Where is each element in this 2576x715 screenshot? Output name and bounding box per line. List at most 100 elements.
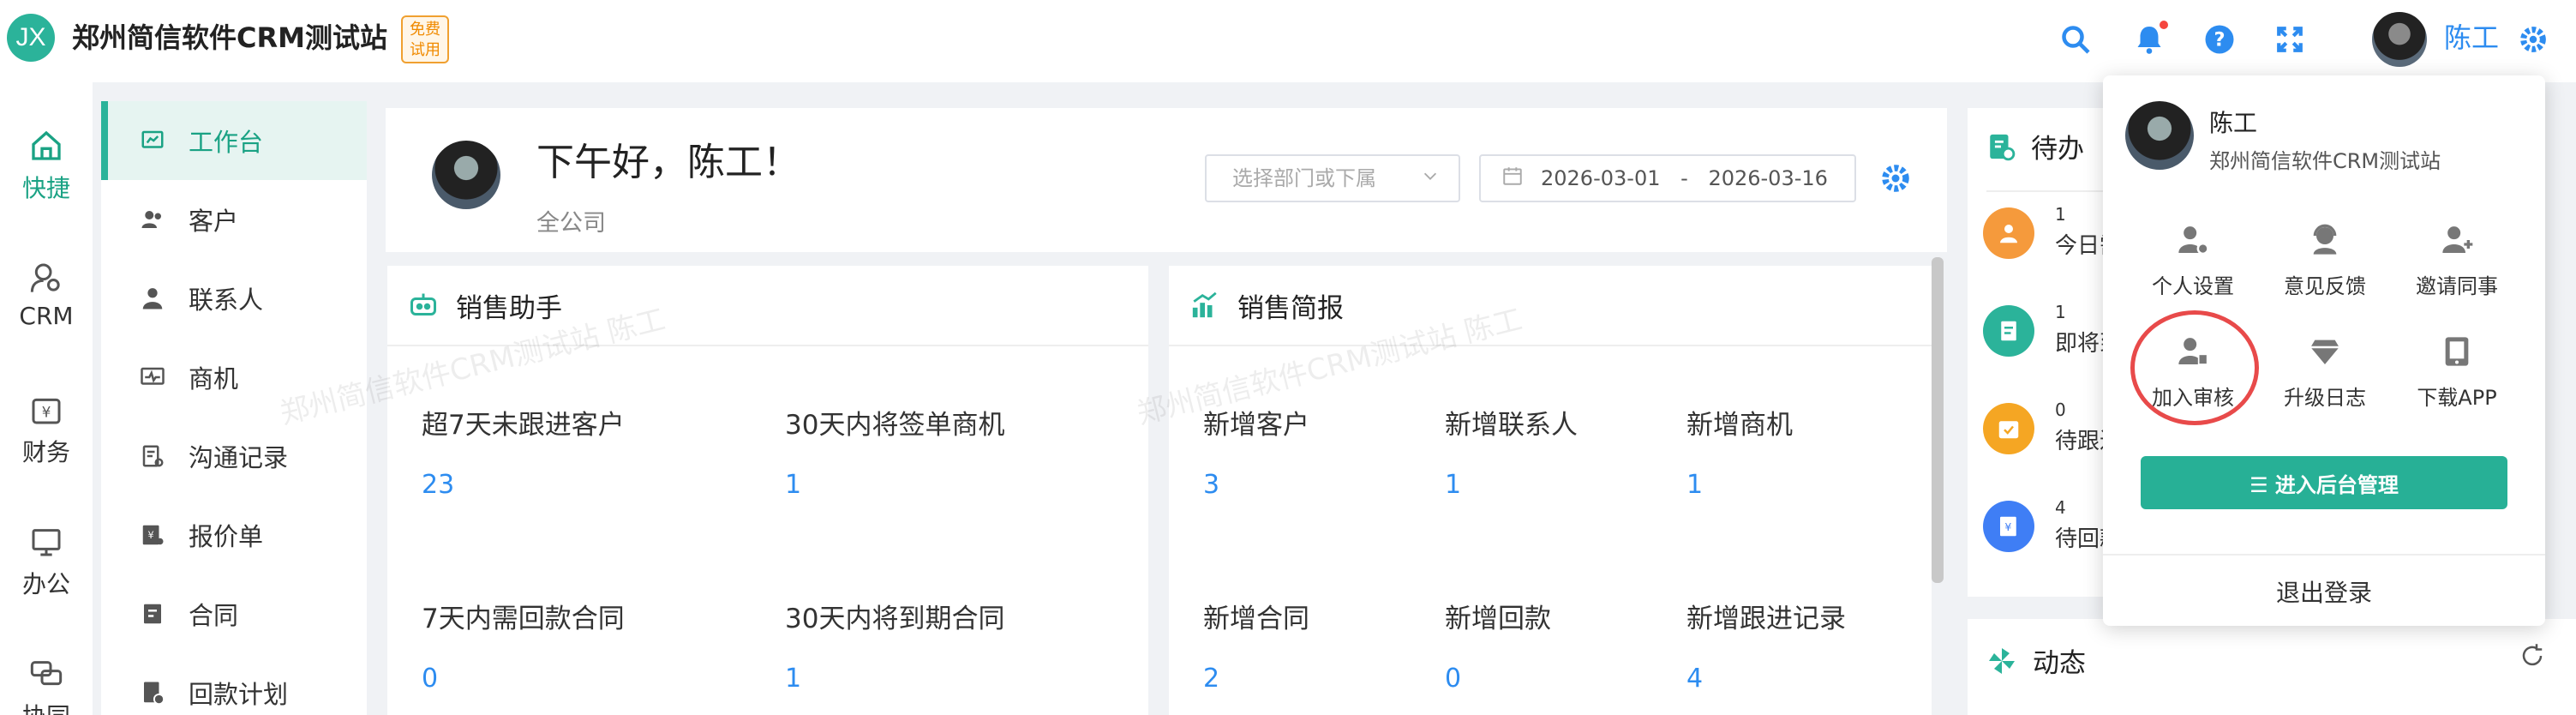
settings-gear-icon[interactable] bbox=[1877, 159, 1914, 197]
greeting-title: 下午好，陈工！ bbox=[536, 141, 800, 184]
calendar-icon bbox=[1501, 158, 1524, 202]
subnav-item-communication[interactable]: 沟通记录 bbox=[101, 417, 367, 496]
notification-dot bbox=[2160, 21, 2168, 29]
stat-value[interactable]: 1 bbox=[1445, 470, 1461, 500]
subnav-label: 商机 bbox=[189, 364, 239, 394]
stat-value[interactable]: 0 bbox=[422, 664, 438, 694]
contact-icon bbox=[137, 283, 168, 314]
department-select-placeholder: 选择部门或下属 bbox=[1232, 166, 1376, 190]
refresh-icon[interactable] bbox=[2519, 643, 2545, 672]
subnav-item-contracts[interactable]: 合同 bbox=[101, 574, 367, 653]
menu-item-label: 意见反馈 bbox=[2284, 274, 2366, 298]
rail-item-collab[interactable]: 协同 bbox=[0, 655, 93, 715]
logout-button[interactable]: 退出登录 bbox=[2103, 574, 2545, 609]
menu-item-download-app[interactable]: 下载APP bbox=[2393, 333, 2521, 411]
date-start[interactable]: 2026-03-01 bbox=[1541, 166, 1660, 190]
subnav-item-contacts[interactable]: 联系人 bbox=[101, 259, 367, 338]
subnav-label: 客户 bbox=[189, 207, 239, 236]
stat-value[interactable]: 4 bbox=[1686, 664, 1703, 694]
contract-icon bbox=[137, 598, 168, 629]
stat-value[interactable]: 2 bbox=[1203, 664, 1219, 694]
todo-item-icon bbox=[1983, 403, 2034, 454]
svg-text:¥: ¥ bbox=[42, 404, 51, 420]
rail-label: 协同 bbox=[0, 698, 93, 715]
stat-value[interactable]: 0 bbox=[1445, 664, 1461, 694]
todo-item-icon: ¥ bbox=[1983, 501, 2034, 552]
menu-item-user-settings[interactable]: 个人设置 bbox=[2129, 221, 2257, 299]
free-trial-badge[interactable]: 免费试用 bbox=[401, 15, 449, 63]
feedback-icon bbox=[2306, 221, 2344, 259]
rail-item-office[interactable]: 办公 bbox=[0, 523, 93, 600]
todo-icon bbox=[1986, 132, 2016, 161]
sales-brief-header: 销售简报 bbox=[1169, 266, 1932, 346]
subnav-label: 沟通记录 bbox=[189, 443, 289, 472]
menu-item-label: 邀请同事 bbox=[2416, 274, 2498, 298]
avatar bbox=[2125, 101, 2194, 170]
user-name[interactable]: 陈工 bbox=[2444, 19, 2499, 57]
todo-count: 1 bbox=[2055, 204, 2066, 225]
rail-item-shortcut[interactable]: 快捷 bbox=[0, 127, 93, 204]
help-icon[interactable]: ? bbox=[2201, 21, 2238, 58]
scrollbar[interactable] bbox=[1932, 257, 1944, 583]
todo-count: 0 bbox=[2055, 400, 2066, 420]
subnav-item-opportunities[interactable]: 商机 bbox=[101, 338, 367, 417]
user-avatar[interactable] bbox=[2372, 12, 2427, 67]
dropdown-user-name: 陈工 bbox=[2209, 109, 2258, 137]
subnav-item-payment-plan[interactable]: 回款计划 bbox=[101, 653, 367, 715]
search-icon[interactable] bbox=[2057, 21, 2094, 58]
rail-item-crm[interactable]: CRM bbox=[0, 259, 93, 330]
stat-value[interactable]: 23 bbox=[422, 470, 454, 500]
menu-item-feedback[interactable]: 意见反馈 bbox=[2261, 221, 2389, 299]
subnav-item-customers[interactable]: 客户 bbox=[101, 180, 367, 259]
date-range-picker[interactable]: 2026-03-01 - 2026-03-16 bbox=[1479, 154, 1856, 202]
stat-label: 新增合同 bbox=[1203, 604, 1309, 634]
subnav-item-quotes[interactable]: ¥ 报价单 bbox=[101, 496, 367, 574]
subnav-label: 报价单 bbox=[189, 522, 264, 551]
svg-text:?: ? bbox=[2214, 29, 2225, 51]
gear-icon[interactable] bbox=[2514, 21, 2552, 58]
communication-icon bbox=[137, 441, 168, 472]
menu-item-label: 升级日志 bbox=[2284, 386, 2366, 410]
stat-value[interactable]: 1 bbox=[1686, 470, 1703, 500]
subnav-item-dashboard[interactable]: 工作台 bbox=[101, 101, 367, 180]
invite-icon bbox=[2438, 221, 2476, 259]
secondary-nav: 工作台 客户 联系人 商机 沟通记录 ¥ 报价单 合同 回款计划 bbox=[101, 101, 367, 715]
home-icon bbox=[27, 127, 65, 165]
dynamics-panel: 动态 bbox=[1968, 619, 2576, 715]
stat-label: 新增回款 bbox=[1445, 604, 1551, 634]
svg-text:¥: ¥ bbox=[148, 530, 154, 541]
dynamics-header: 动态 bbox=[1986, 641, 2086, 680]
todo-count: 4 bbox=[2055, 497, 2066, 518]
sales-brief-card: 销售简报 新增客户 3 新增联系人 1 新增商机 1 新增合同 2 新增回款 0… bbox=[1169, 266, 1932, 715]
collab-icon bbox=[27, 655, 65, 693]
todo-count: 1 bbox=[2055, 302, 2066, 322]
sales-assistant-header: 销售助手 bbox=[387, 266, 1148, 346]
menu-item-invite[interactable]: 邀请同事 bbox=[2393, 221, 2521, 299]
fullscreen-icon[interactable] bbox=[2271, 21, 2309, 58]
payment-plan-icon bbox=[137, 677, 168, 708]
stat-value[interactable]: 3 bbox=[1203, 470, 1219, 500]
bell-icon[interactable] bbox=[2130, 21, 2168, 58]
chevron-down-icon bbox=[1421, 156, 1440, 201]
dashboard-icon bbox=[137, 125, 168, 156]
upgrade-log-icon bbox=[2306, 333, 2344, 370]
menu-item-upgrade-log[interactable]: 升级日志 bbox=[2261, 333, 2389, 411]
stat-label: 新增跟进记录 bbox=[1686, 604, 1846, 634]
subnav-label: 合同 bbox=[189, 601, 239, 630]
stat-label: 7天内需回款合同 bbox=[422, 604, 625, 634]
robot-icon bbox=[406, 288, 440, 322]
rail-item-finance[interactable]: ¥ 财务 bbox=[0, 391, 93, 468]
divider bbox=[2103, 554, 2545, 556]
app-logo[interactable]: JX bbox=[7, 14, 55, 62]
app-title: 郑州简信软件CRM测试站 bbox=[72, 21, 387, 54]
admin-console-button[interactable]: ☰ 进入后台管理 bbox=[2141, 456, 2507, 509]
stat-value[interactable]: 1 bbox=[785, 664, 801, 694]
office-icon bbox=[27, 523, 65, 561]
stat-label: 新增客户 bbox=[1203, 410, 1309, 441]
menu-item-label: 个人设置 bbox=[2152, 274, 2234, 298]
rail-label: 财务 bbox=[21, 438, 70, 466]
stat-value[interactable]: 1 bbox=[785, 470, 801, 500]
department-select[interactable]: 选择部门或下属 bbox=[1205, 154, 1460, 202]
opportunity-icon bbox=[137, 362, 168, 393]
date-end[interactable]: 2026-03-16 bbox=[1708, 166, 1827, 190]
